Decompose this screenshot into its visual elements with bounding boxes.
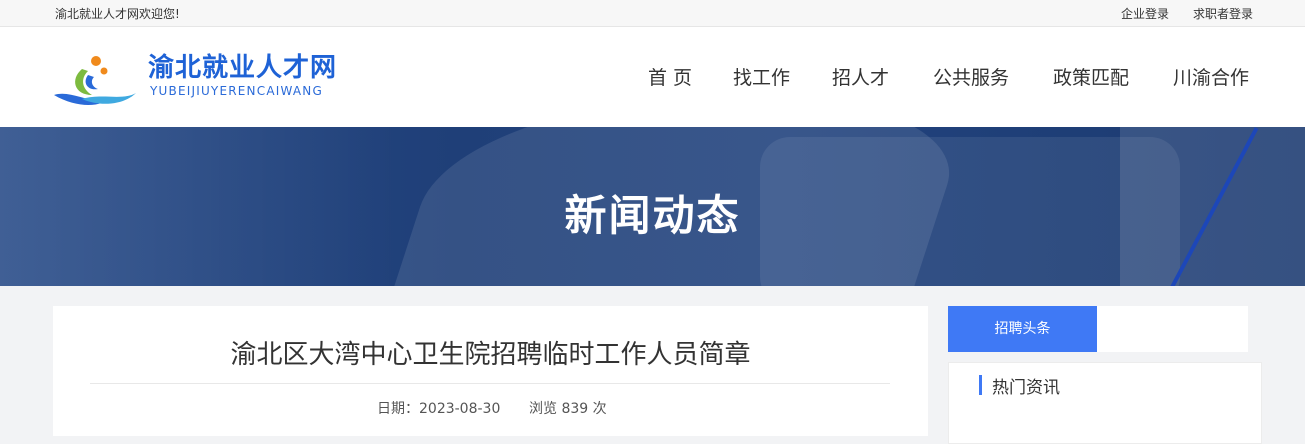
divider — [90, 383, 890, 384]
hot-news-header: 热门资讯 — [992, 378, 1060, 398]
nav-sichuan-chongqing[interactable]: 川渝合作 — [1173, 63, 1249, 90]
article-date: 日期：2023-08-30 — [377, 401, 501, 417]
page-banner: 新闻动态 — [0, 127, 1305, 286]
site-header: 渝北就业人才网 YUBEIJIUYERENCAIWANG 首 页 找工作 招人才… — [0, 27, 1305, 127]
nav-public-service[interactable]: 公共服务 — [933, 63, 1009, 90]
article-card: 渝北区大湾中心卫生院招聘临时工作人员简章 日期：2023-08-30 浏览 83… — [53, 306, 928, 436]
welcome-text: 渝北就业人才网欢迎您! — [55, 7, 180, 21]
company-login-link[interactable]: 企业登录 — [1121, 5, 1169, 22]
banner-title: 新闻动态 — [0, 182, 1305, 243]
nav-policy-match[interactable]: 政策匹配 — [1053, 63, 1129, 90]
tab-recruitment-headlines[interactable]: 招聘头条 — [948, 306, 1097, 352]
sidebar-tabs: 招聘头条 — [948, 306, 1248, 352]
article-title: 渝北区大湾中心卫生院招聘临时工作人员简章 — [230, 340, 751, 370]
banner-title-text: 新闻动态 — [564, 191, 741, 240]
site-logo-icon[interactable] — [52, 49, 138, 111]
hot-news-panel: 热门资讯 — [948, 362, 1262, 444]
site-name[interactable]: 渝北就业人才网 — [148, 47, 337, 84]
section-marker — [979, 375, 982, 395]
top-bar: 渝北就业人才网欢迎您! 企业登录 求职者登录 — [0, 0, 1305, 27]
nav-find-job[interactable]: 找工作 — [733, 63, 790, 90]
article-views: 浏览 839 次 — [529, 401, 607, 417]
site-name-pinyin: YUBEIJIUYERENCAIWANG — [150, 84, 323, 98]
nav-recruit-talent[interactable]: 招人才 — [832, 63, 889, 90]
job-seeker-login-link[interactable]: 求职者登录 — [1193, 5, 1253, 22]
nav-home[interactable]: 首 页 — [648, 63, 692, 90]
